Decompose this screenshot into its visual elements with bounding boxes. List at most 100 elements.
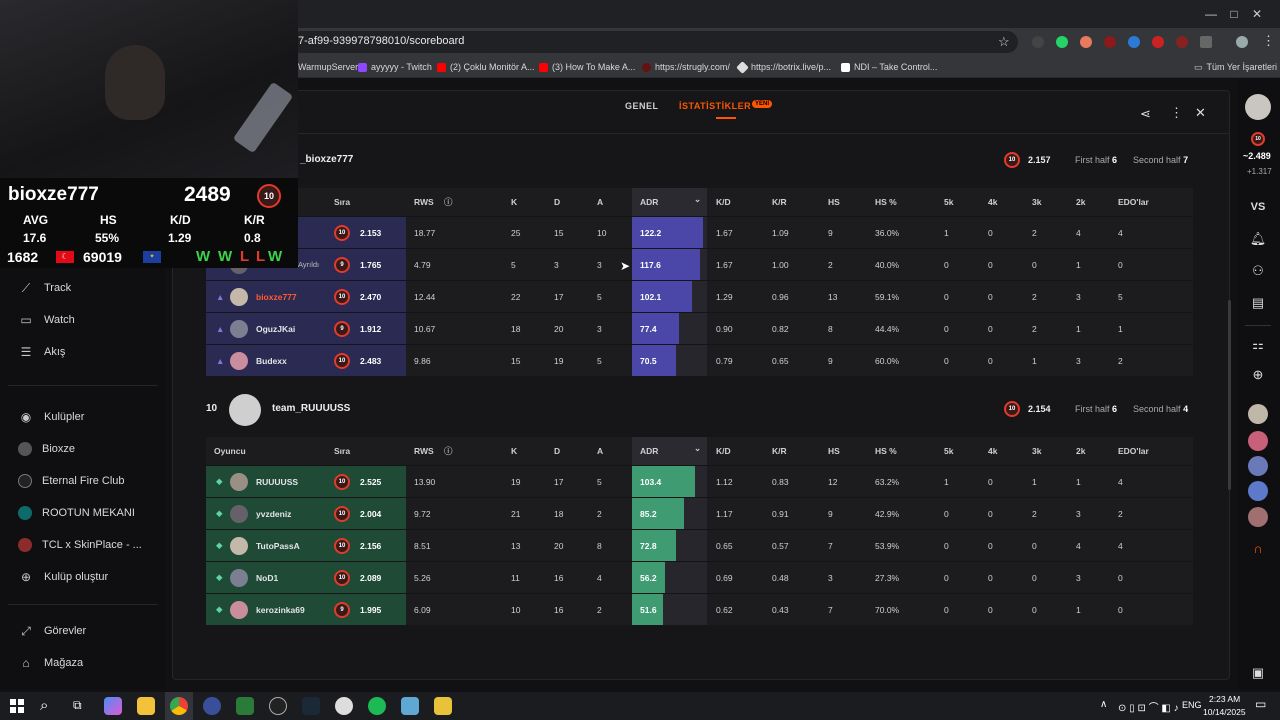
app-icon[interactable] bbox=[236, 697, 254, 715]
all-bookmarks-folder[interactable]: ▭ Tüm Yer İşaretleri bbox=[1194, 59, 1277, 75]
column-header[interactable]: K/R bbox=[772, 188, 787, 216]
extension-icon[interactable] bbox=[1176, 36, 1188, 48]
tray-icons[interactable]: ⊙ ▯ ⊡ ⌒ ◧ ♪ bbox=[1118, 699, 1179, 714]
column-header[interactable]: A bbox=[597, 437, 603, 465]
table-row[interactable]: ▲bioxz...Ayrıldı91.7654.79533117.61.671.… bbox=[206, 248, 1193, 280]
tab-istatistikler[interactable]: İSTATİSTİKLER bbox=[679, 101, 751, 111]
close-window-button[interactable]: ✕ bbox=[1234, 0, 1280, 28]
column-header[interactable]: 5k bbox=[944, 188, 953, 216]
table-row[interactable]: ◆ RUUUUSS 10 2.525 13.90 19 17 5 103.4 1.12 0.83 12… bbox=[206, 465, 1193, 497]
sidebar-item-watch[interactable]: ▭ Watch bbox=[18, 309, 158, 331]
create-club-button[interactable]: ⊕ Kulüp oluştur bbox=[18, 566, 158, 588]
column-header[interactable]: A bbox=[597, 188, 603, 216]
player-avatar[interactable] bbox=[230, 505, 248, 523]
extension-icon[interactable] bbox=[1080, 36, 1092, 48]
column-header[interactable]: K bbox=[511, 437, 517, 465]
steam-icon[interactable] bbox=[302, 697, 320, 715]
profile-avatar[interactable] bbox=[1236, 36, 1248, 48]
info-icon[interactable]: ⓘ bbox=[444, 445, 453, 457]
headset-icon[interactable]: ∩ bbox=[1245, 535, 1271, 561]
party-icon[interactable]: ⚏ bbox=[1245, 332, 1271, 358]
player-avatar[interactable] bbox=[230, 569, 248, 587]
sidebar-item-gorevler[interactable]: ⤢ Görevler bbox=[18, 620, 158, 642]
bookmark-item[interactable]: https://botrix.live/p... bbox=[736, 59, 831, 75]
extension-icon[interactable] bbox=[1152, 36, 1164, 48]
info-icon[interactable]: ⓘ bbox=[444, 196, 453, 208]
windows-start-icon[interactable] bbox=[10, 699, 24, 713]
friend-avatar[interactable] bbox=[1248, 481, 1268, 501]
column-header[interactable]: Sıra bbox=[334, 188, 350, 216]
player-avatar[interactable] bbox=[230, 537, 248, 555]
column-header[interactable]: RWS bbox=[414, 437, 434, 465]
share-icon[interactable]: ⋖ bbox=[1140, 106, 1151, 122]
player-name[interactable]: TutoPassA bbox=[256, 530, 300, 561]
app-icon[interactable] bbox=[269, 697, 287, 715]
column-header[interactable]: 2k bbox=[1076, 437, 1085, 465]
language-indicator[interactable]: ENG bbox=[1182, 700, 1202, 710]
bookmark-item[interactable]: ayyyyy - Twitch bbox=[358, 59, 432, 75]
extension-icon[interactable] bbox=[1128, 36, 1140, 48]
whatsapp-icon[interactable] bbox=[1056, 36, 1068, 48]
player-name[interactable]: bioxze777 bbox=[256, 281, 297, 312]
scrollbar-thumb[interactable] bbox=[1228, 300, 1231, 490]
player-name[interactable]: NoD1 bbox=[256, 562, 278, 593]
bookmark-item[interactable]: https://strugly.com/ bbox=[642, 59, 730, 75]
column-header[interactable]: K/D bbox=[716, 437, 731, 465]
bookmark-item[interactable]: WarmupServer bbox=[298, 59, 358, 75]
column-header[interactable]: D bbox=[554, 437, 560, 465]
tab-genel[interactable]: GENEL bbox=[625, 101, 659, 111]
column-header[interactable]: ADR bbox=[640, 437, 658, 465]
bookmark-star-icon[interactable]: ☆ bbox=[998, 34, 1010, 50]
search-icon[interactable]: ⌕ bbox=[40, 697, 48, 714]
table-row[interactable]: ◆ NoD1 10 2.089 5.26 11 16 4 56.2 0.69 0.48 3 27.3% 0… bbox=[206, 561, 1193, 593]
app-icon[interactable] bbox=[434, 697, 452, 715]
notifications-icon[interactable]: ▭ bbox=[1255, 697, 1266, 711]
column-header[interactable]: 4k bbox=[988, 437, 997, 465]
player-name[interactable]: Budexx bbox=[256, 345, 287, 376]
app-icon[interactable] bbox=[401, 697, 419, 715]
add-icon[interactable]: ⊕ bbox=[1245, 362, 1271, 388]
column-header[interactable]: HS % bbox=[875, 188, 897, 216]
sidebar-item-club[interactable]: TCL x SkinPlace - ... bbox=[18, 534, 158, 556]
column-header[interactable]: K/D bbox=[716, 188, 731, 216]
friend-avatar[interactable] bbox=[1248, 456, 1268, 476]
column-header[interactable]: ADR bbox=[640, 188, 658, 216]
table-row[interactable]: ◆ TutoPassA 10 2.156 8.51 13 20 8 72.8 0.65 0.57 7 5… bbox=[206, 529, 1193, 561]
column-header[interactable]: 4k bbox=[988, 188, 997, 216]
url-field[interactable]: 7-af99-939978798010/scoreboard bbox=[290, 31, 1018, 53]
obs-icon[interactable] bbox=[203, 697, 221, 715]
extension-icon[interactable] bbox=[1104, 36, 1116, 48]
player-name[interactable]: OguzJKai bbox=[256, 313, 295, 344]
user-avatar[interactable] bbox=[1245, 94, 1271, 120]
table-row[interactable]: ◆ yvzdeniz 10 2.004 9.72 21 18 2 85.2 1.17 0.91 9 42… bbox=[206, 497, 1193, 529]
table-row[interactable]: ◆ kerozinka69 9 1.995 6.09 10 16 2 51.6 0.62 0.43 7… bbox=[206, 593, 1193, 625]
table-row[interactable]: ▲ Budexx 10 2.483 9.86 15 19 5 70.5 0.79 0.65 9 60.0… bbox=[206, 344, 1193, 376]
sidebar-item-club[interactable]: Bioxze bbox=[18, 438, 158, 460]
sidebar-item-akis[interactable]: ☰ Akış bbox=[18, 341, 158, 363]
bookmark-item[interactable]: (2) Çoklu Monitör A... bbox=[437, 59, 535, 75]
copilot-icon[interactable] bbox=[104, 697, 122, 715]
menu-kebab-icon[interactable]: ⋮ bbox=[1262, 33, 1275, 49]
table-row[interactable]: ▲ OguzJKai 9 1.912 10.67 18 20 3 77.4 0.90 0.82 8 44… bbox=[206, 312, 1193, 344]
chrome-icon[interactable] bbox=[170, 697, 188, 715]
chat-icon[interactable]: ▤ bbox=[1245, 290, 1271, 316]
chevron-down-icon[interactable]: ⌄ bbox=[694, 443, 701, 454]
table-row[interactable]: ▲ bioxze777 10 2.470 12.44 22 17 5 102.1 1.29 0.96… bbox=[206, 280, 1193, 312]
file-explorer-icon[interactable] bbox=[137, 697, 155, 715]
sidebar-item-magaza[interactable]: ⌂ Mağaza bbox=[18, 652, 158, 674]
friends-icon[interactable]: ⚇ bbox=[1245, 258, 1271, 284]
column-header[interactable]: RWS bbox=[414, 188, 434, 216]
player-avatar[interactable] bbox=[230, 352, 248, 370]
vs-button[interactable]: VS bbox=[1245, 194, 1271, 220]
close-panel-icon[interactable]: ✕ bbox=[1195, 105, 1206, 121]
column-header[interactable]: EDO'lar bbox=[1118, 188, 1149, 216]
player-name[interactable]: kerozinka69 bbox=[256, 594, 305, 625]
sidebar-item-club[interactable]: ROOTUN MEKANI bbox=[18, 502, 158, 524]
clock-time[interactable]: 2:23 AM bbox=[1209, 694, 1240, 704]
bell-icon[interactable]: 🔔︎ bbox=[1245, 226, 1271, 252]
player-avatar[interactable] bbox=[230, 473, 248, 491]
player-name[interactable]: RUUUUSS bbox=[256, 466, 298, 497]
chevron-down-icon[interactable]: ⌄ bbox=[694, 194, 701, 205]
friend-avatar[interactable] bbox=[1248, 404, 1268, 424]
column-header[interactable]: K/R bbox=[772, 437, 787, 465]
